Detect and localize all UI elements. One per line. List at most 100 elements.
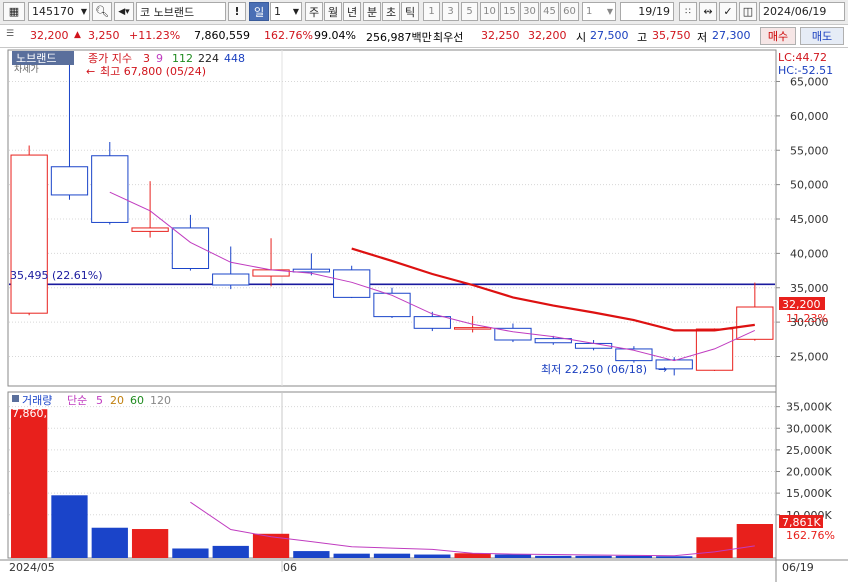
price-tick-label: 40,000	[790, 247, 829, 260]
chart-settings-icon[interactable]: ▦	[3, 2, 25, 21]
chevron-down-icon: ▼	[80, 7, 87, 16]
ma-period-448: 448	[224, 52, 245, 65]
high-arrow-icon: ←	[86, 65, 95, 78]
tab-second[interactable]: 초	[382, 2, 400, 21]
volume-bar	[494, 554, 532, 558]
ma-period-3: 3	[143, 52, 150, 65]
period-count-select[interactable]: 1 ▼	[270, 2, 302, 21]
last-price-label: 32,200	[782, 298, 821, 311]
info-toggle-icon[interactable]: ☰	[6, 29, 14, 39]
trade-amount: 256,987백만	[366, 31, 432, 44]
candle-body	[131, 227, 169, 232]
interval-10[interactable]: 10	[480, 2, 499, 21]
interval-3[interactable]: 3	[442, 2, 459, 21]
current-price: 32,200	[30, 29, 69, 42]
volume-bar	[252, 533, 290, 558]
volume-bar	[575, 555, 612, 558]
candle-body	[373, 292, 411, 318]
period-count-value: 1	[274, 5, 281, 18]
volume-axis: 10,000K15,000K20,000K25,000K30,000K35,00…	[776, 401, 832, 522]
low-label: 저	[697, 31, 708, 44]
candle-body	[91, 155, 129, 223]
sub-tag: 차세가	[14, 63, 39, 75]
best-bid: 32,200	[528, 29, 567, 42]
candle-body	[534, 338, 572, 344]
lc-label: LC:44.72	[778, 51, 827, 64]
last-volume-pct: 162.76%	[786, 529, 835, 542]
volume-legend-label: 거래량	[22, 394, 52, 407]
x-label-06-19: 06/19	[782, 561, 814, 574]
volume-bar	[535, 555, 572, 558]
search-icon[interactable]: 🔍︎	[92, 2, 112, 21]
interval-60[interactable]: 60	[560, 2, 579, 21]
volume: 7,860,559	[194, 29, 250, 42]
volume-ma-5: 5	[96, 394, 103, 407]
interval-select-value: 1	[586, 6, 593, 17]
volume-ma-label: 단순	[67, 394, 87, 407]
save-icon[interactable]: ◫	[739, 2, 757, 21]
last-volume-label: 7,861K	[782, 516, 821, 529]
volume-bar	[212, 545, 249, 558]
interval-1[interactable]: 1	[423, 2, 440, 21]
ma-period-9: 9	[156, 52, 163, 65]
candle-body	[292, 268, 331, 273]
tab-yearly[interactable]: 년	[343, 2, 361, 21]
speaker-icon[interactable]: ◀▾	[114, 2, 134, 21]
open-label: 시	[576, 31, 587, 44]
best-label: 최우선	[433, 31, 464, 44]
grid-icon[interactable]: ∷	[679, 2, 697, 21]
date-input[interactable]: 2024/06/19	[759, 2, 845, 21]
price-tick-label: 50,000	[790, 179, 829, 192]
volume-bar	[656, 556, 693, 558]
check-icon[interactable]: ✓	[719, 2, 737, 21]
candle-body	[736, 306, 774, 340]
volume-bar	[696, 537, 733, 558]
ma-period-112: 112	[172, 52, 193, 65]
volume-bar	[11, 409, 48, 558]
low-annotation: 최저 22,250 (06/18)	[541, 363, 647, 376]
alert-icon[interactable]: !	[228, 2, 246, 21]
page-counter[interactable]: 19/19	[620, 2, 674, 21]
chevron-down-icon: ▼	[606, 7, 613, 16]
volume-ma-120: 120	[150, 394, 171, 407]
interval-45[interactable]: 45	[540, 2, 559, 21]
tab-monthly[interactable]: 월	[324, 2, 342, 21]
volume-bar	[333, 553, 370, 558]
volume-tick-label: 35,000K	[786, 401, 832, 414]
interval-select[interactable]: 1 ▼	[582, 2, 616, 21]
interval-5[interactable]: 5	[461, 2, 478, 21]
volume-ratio: 162.76%	[264, 29, 313, 42]
volume-tick-label: 20,000K	[786, 466, 832, 479]
interval-15[interactable]: 15	[500, 2, 519, 21]
high-label: 고	[637, 31, 648, 44]
last-price-pct: 11.23%	[786, 312, 828, 325]
tab-minute[interactable]: 분	[363, 2, 381, 21]
candle-body	[50, 166, 89, 196]
price-legend-label: 종가 지수	[88, 52, 132, 65]
low-arrow-icon: →	[658, 363, 667, 376]
stock-code-input[interactable]: 145170 ▼	[28, 2, 90, 21]
stock-name: 노브랜드	[153, 5, 195, 19]
sell-button[interactable]: 매도	[800, 27, 844, 45]
name-tag: 노브랜드	[16, 52, 56, 65]
volume-bar	[51, 495, 88, 558]
stock-code-value: 145170	[32, 5, 74, 18]
tab-weekly[interactable]: 주	[305, 2, 323, 21]
low-price: 27,300	[712, 29, 751, 42]
tab-tick[interactable]: 틱	[401, 2, 419, 21]
chevron-down-icon: ▼	[292, 7, 299, 16]
price-tick-label: 55,000	[790, 144, 829, 157]
buy-button[interactable]: 매수	[760, 27, 796, 45]
price-tick-label: 45,000	[790, 213, 829, 226]
stock-chart[interactable]: 노브랜드 차세가 종가 지수 3 9 112 224 448 ← 최고 67,8…	[0, 48, 848, 582]
volume-ma-60: 60	[130, 394, 144, 407]
tool-icon[interactable]: ↭	[699, 2, 717, 21]
volume-bar	[373, 553, 411, 558]
best-ask: 32,250	[481, 29, 520, 42]
candle-body	[453, 327, 492, 330]
stock-name-field[interactable]: 코 노브랜드	[136, 2, 226, 21]
tab-daily[interactable]: 일	[249, 2, 269, 21]
volume-bar	[615, 555, 653, 558]
market-label: 코	[140, 5, 151, 19]
interval-30[interactable]: 30	[520, 2, 539, 21]
